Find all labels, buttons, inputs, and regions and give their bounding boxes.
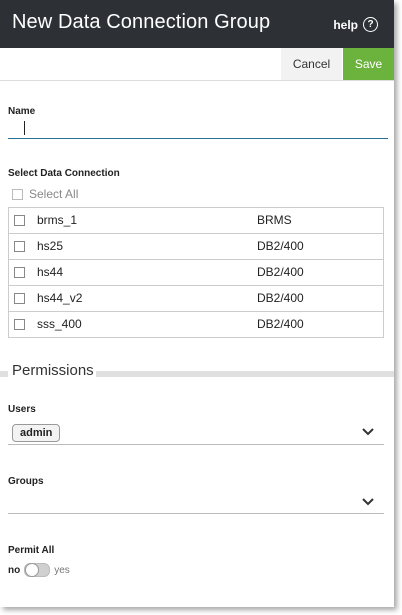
table-row[interactable]: hs44 DB2/400 [9,260,383,286]
select-connection-label: Select Data Connection [8,168,120,179]
permissions-heading: Permissions [12,362,94,379]
connection-table: brms_1 BRMS hs25 DB2/400 hs44 DB2/400 hs… [8,207,384,338]
table-row[interactable]: hs44_v2 DB2/400 [9,286,383,312]
section-divider [96,371,394,377]
select-all-checkbox[interactable]: Select All [12,187,78,201]
text-cursor [24,121,25,135]
chevron-down-icon[interactable] [362,497,374,507]
name-input[interactable] [8,118,388,139]
row-checkbox[interactable] [14,319,25,330]
select-all-label: Select All [29,187,79,201]
table-row[interactable]: sss_400 DB2/400 [9,312,383,337]
section-divider [0,371,8,377]
dialog: New Data Connection Group help ? Cancel … [0,0,394,607]
row-checkbox[interactable] [14,215,25,226]
cancel-button[interactable]: Cancel [281,48,342,80]
help-label: help [333,17,358,32]
help-icon: ? [363,17,378,32]
permit-all-toggle[interactable] [24,563,51,577]
connection-type: DB2/400 [257,317,304,331]
connection-type: DB2/400 [257,291,304,305]
users-field-underline [8,444,384,445]
page-title: New Data Connection Group [12,11,271,33]
connection-type: DB2/400 [257,265,304,279]
connection-type: BRMS [257,213,292,227]
connection-type: DB2/400 [257,239,304,253]
groups-label: Groups [8,476,44,487]
permit-all-toggle-row: no yes [8,563,70,577]
row-checkbox[interactable] [14,267,25,278]
connection-name: sss_400 [37,317,82,331]
row-checkbox[interactable] [14,293,25,304]
permissions-section-header: Permissions [0,362,394,382]
name-label: Name [8,106,36,117]
connection-name: hs44_v2 [37,291,83,305]
save-button[interactable]: Save [343,48,394,80]
table-row[interactable]: brms_1 BRMS [9,208,383,234]
connection-name: hs25 [37,239,64,253]
toggle-on-label: yes [54,564,70,576]
toggle-off-label: no [8,564,21,576]
checkbox-icon [12,188,23,200]
user-tag[interactable]: admin [12,424,61,442]
toolbar: Cancel Save [0,48,394,81]
table-row[interactable]: hs25 DB2/400 [9,234,383,260]
groups-field-underline [8,513,384,514]
users-label: Users [8,404,36,415]
chevron-down-icon[interactable] [362,427,374,437]
connection-name: brms_1 [37,213,78,227]
permit-all-label: Permit All [8,545,55,556]
header-bar: New Data Connection Group help ? [0,0,394,48]
row-checkbox[interactable] [14,241,25,252]
help-button[interactable]: help ? [333,17,378,32]
toggle-knob [25,563,40,577]
connection-name: hs44 [37,265,64,279]
